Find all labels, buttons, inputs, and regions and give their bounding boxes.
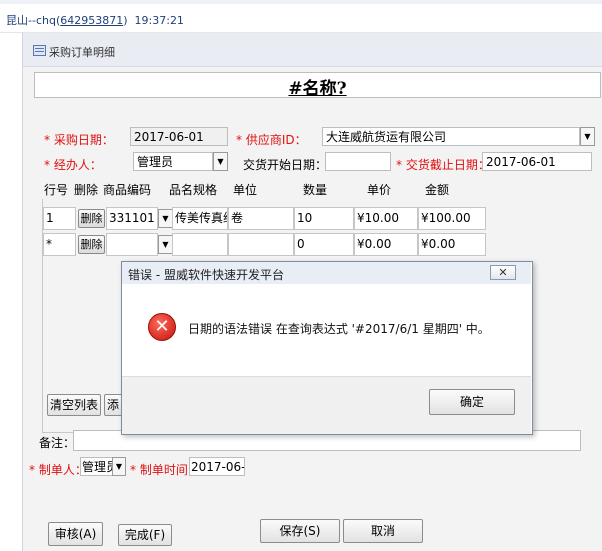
row1-line[interactable]: 1 bbox=[43, 207, 76, 230]
creator-dropdown-arrow-icon[interactable]: ▼ bbox=[112, 457, 126, 476]
user-prefix: 昆山--chq( bbox=[6, 14, 61, 27]
row1-spec[interactable]: 传美传真纸 bbox=[172, 207, 228, 230]
dialog-close-icon[interactable]: ✕ bbox=[490, 265, 516, 280]
col-header-delete: 删除 bbox=[74, 183, 99, 197]
purchase-date-field[interactable]: 2017-06-01 bbox=[130, 127, 228, 146]
row2-line[interactable]: * bbox=[43, 233, 76, 256]
row2-qty[interactable]: 0 bbox=[294, 233, 354, 256]
supplier-field[interactable]: 大连威航货运有限公司 bbox=[322, 127, 580, 146]
created-time-field[interactable]: 2017-06- bbox=[189, 457, 245, 476]
handler-label: * 经办人： bbox=[44, 158, 102, 172]
creator-field[interactable]: 管理员 bbox=[80, 457, 114, 476]
row2-spec[interactable] bbox=[172, 233, 228, 256]
creator-label: * 制单人： bbox=[29, 463, 87, 477]
row1-amount[interactable]: ¥100.00 bbox=[418, 207, 486, 230]
col-header-code: 商品编码 bbox=[103, 183, 152, 197]
delivery-start-label: 交货开始日期： bbox=[243, 158, 328, 172]
user-id-link[interactable]: 642953871 bbox=[60, 14, 123, 27]
row1-code[interactable]: 331101 bbox=[106, 207, 158, 230]
supplier-dropdown-arrow-icon[interactable]: ▼ bbox=[580, 127, 595, 146]
clear-list-button[interactable]: 清空列表 bbox=[47, 394, 101, 416]
window-top-line bbox=[0, 0, 602, 4]
review-button[interactable]: 审核(A) bbox=[48, 522, 103, 546]
complete-button[interactable]: 完成(F) bbox=[118, 524, 172, 546]
handler-dropdown-arrow-icon[interactable]: ▼ bbox=[213, 152, 228, 171]
ok-button[interactable]: 确定 bbox=[429, 389, 515, 415]
col-header-line: 行号 bbox=[44, 183, 69, 197]
error-icon: ✕ bbox=[148, 313, 176, 341]
col-header-qty: 数量 bbox=[303, 183, 328, 197]
save-button[interactable]: 保存(S) bbox=[260, 519, 340, 543]
form-icon bbox=[33, 45, 46, 56]
col-header-amount: 金额 bbox=[425, 183, 450, 197]
row2-amount[interactable]: ¥0.00 bbox=[418, 233, 486, 256]
handler-field[interactable]: 管理员 bbox=[133, 152, 213, 171]
row2-code-dropdown-icon[interactable]: ▼ bbox=[158, 235, 173, 254]
row1-delete-button[interactable]: 删除 bbox=[78, 209, 105, 228]
delivery-start-field[interactable] bbox=[325, 152, 391, 171]
col-header-spec: 品名规格 bbox=[169, 183, 218, 197]
purchase-date-label: * 采购日期： bbox=[44, 133, 114, 147]
row2-unit[interactable] bbox=[228, 233, 294, 256]
row1-code-dropdown-icon[interactable]: ▼ bbox=[158, 209, 173, 228]
error-message: 日期的语法错误 在查询表达式 '#2017/6/1 星期四' 中。 bbox=[188, 322, 490, 336]
row2-price[interactable]: ¥0.00 bbox=[354, 233, 418, 256]
session-title: 昆山--chq(642953871) 19:37:21 bbox=[6, 12, 184, 28]
cancel-button[interactable]: 取消 bbox=[343, 519, 423, 543]
dialog-title: 错误 - 盟威软件快速开发平台 bbox=[128, 268, 284, 282]
row2-code[interactable] bbox=[106, 233, 158, 256]
supplier-label: * 供应商ID： bbox=[236, 133, 307, 147]
col-header-price: 单价 bbox=[367, 183, 392, 197]
remark-label: 备注： bbox=[39, 436, 76, 450]
user-suffix: ) bbox=[123, 14, 128, 27]
delivery-end-label: * 交货截止日期： bbox=[396, 158, 490, 172]
row2-delete-button[interactable]: 删除 bbox=[78, 235, 105, 254]
row1-unit[interactable]: 卷 bbox=[228, 207, 294, 230]
col-header-unit: 单位 bbox=[233, 183, 258, 197]
row1-price[interactable]: ¥10.00 bbox=[354, 207, 418, 230]
name-field: #名称? bbox=[288, 79, 347, 99]
delivery-end-field[interactable]: 2017-06-01 bbox=[482, 152, 592, 171]
form-title: 采购订单明细 bbox=[49, 46, 115, 59]
row1-qty[interactable]: 10 bbox=[294, 207, 354, 230]
clock-time: 19:37:21 bbox=[134, 14, 184, 27]
